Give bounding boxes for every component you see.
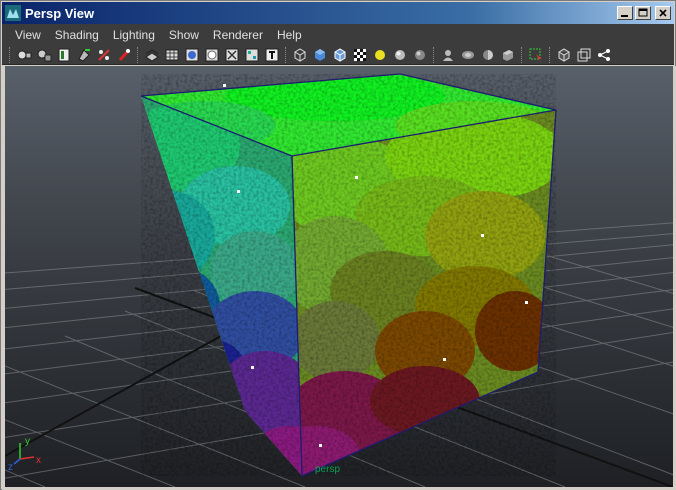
xray-components-icon[interactable] — [479, 46, 497, 64]
menu-help[interactable]: Help — [270, 28, 309, 42]
wireframe-on-shaded-icon[interactable] — [331, 46, 349, 64]
y-axis-label: y — [25, 436, 30, 447]
perspective-viewport[interactable]: y x z persp — [5, 66, 673, 487]
render-node-icon[interactable] — [575, 46, 593, 64]
safe-action-icon[interactable] — [203, 46, 221, 64]
lock-camera-icon[interactable] — [35, 46, 53, 64]
scene-canvas: y x z — [5, 73, 673, 487]
safe-title-icon[interactable] — [243, 46, 261, 64]
menu-show[interactable]: Show — [162, 28, 206, 42]
backface-icon[interactable] — [499, 46, 517, 64]
use-lights-icon[interactable] — [371, 46, 389, 64]
text-icon[interactable] — [263, 46, 281, 64]
textured-icon[interactable] — [351, 46, 369, 64]
maya-app-icon — [5, 5, 21, 21]
minimize-button[interactable] — [617, 6, 633, 20]
z-axis-line — [13, 458, 21, 465]
maximize-button[interactable] — [635, 6, 651, 20]
x-axis-line — [19, 456, 35, 460]
resolution-gate-icon[interactable] — [183, 46, 201, 64]
minimize-icon — [621, 15, 628, 17]
close-icon — [659, 9, 667, 17]
field-chart-icon[interactable] — [223, 46, 241, 64]
title-bar[interactable]: Persp View — [2, 2, 674, 24]
toolbar-separator — [521, 46, 523, 63]
camera-name-label: persp — [315, 464, 341, 475]
toolbar-separator — [9, 46, 11, 63]
persp-view-window: Persp View View Shading Lighting Show Re… — [0, 0, 676, 490]
sphere-icon[interactable] — [411, 46, 429, 64]
bookmark-icon[interactable] — [75, 46, 93, 64]
xray-icon[interactable] — [439, 46, 457, 64]
toolbar-separator — [137, 46, 139, 63]
menu-view[interactable]: View — [8, 28, 48, 42]
close-button[interactable] — [655, 6, 671, 20]
xray-joints-icon[interactable] — [459, 46, 477, 64]
shadows-icon[interactable] — [391, 46, 409, 64]
axis-gizmo: y x z — [8, 436, 41, 473]
graph-icon[interactable] — [595, 46, 613, 64]
menu-renderer[interactable]: Renderer — [206, 28, 270, 42]
wireframe-icon[interactable] — [291, 46, 309, 64]
toolbar-separator — [549, 46, 551, 63]
camera-attribute-icon[interactable] — [55, 46, 73, 64]
select-camera-icon[interactable] — [15, 46, 33, 64]
cube-noise-overlay — [141, 74, 556, 476]
isolate-select-icon[interactable] — [527, 46, 545, 64]
smooth-shade-icon[interactable] — [311, 46, 329, 64]
grid-icon[interactable] — [143, 46, 161, 64]
toolbar-separator — [285, 46, 287, 63]
menu-bar: View Shading Lighting Show Renderer Help — [2, 24, 674, 45]
bounding-box-icon[interactable] — [555, 46, 573, 64]
panel-toolbar — [2, 45, 674, 65]
image-plane-icon[interactable] — [95, 46, 113, 64]
window-title: Persp View — [25, 5, 95, 21]
z-axis-label: z — [8, 462, 13, 473]
gate-mask-icon[interactable] — [115, 46, 133, 64]
menu-lighting[interactable]: Lighting — [106, 28, 162, 42]
menu-shading[interactable]: Shading — [48, 28, 106, 42]
maximize-icon — [638, 8, 648, 17]
x-axis-label: x — [36, 455, 41, 466]
film-gate-icon[interactable] — [163, 46, 181, 64]
toolbar-separator — [433, 46, 435, 63]
